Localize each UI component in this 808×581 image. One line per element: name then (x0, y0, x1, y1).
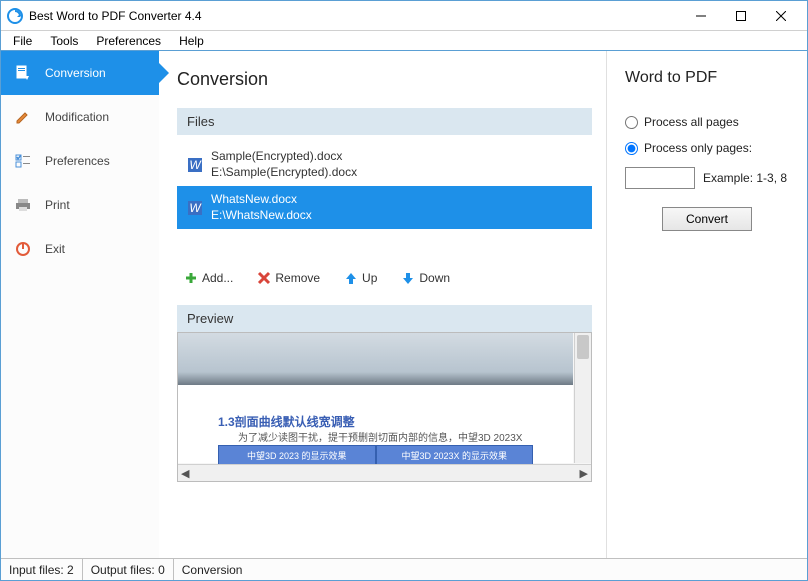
preview-section-header: Preview (177, 305, 592, 332)
app-icon (7, 8, 23, 24)
page-title: Conversion (177, 69, 592, 90)
status-bar: Input files: 2 Output files: 0 Conversio… (1, 558, 807, 580)
arrow-down-icon (401, 271, 415, 285)
up-button[interactable]: Up (337, 267, 384, 289)
status-mode: Conversion (174, 559, 807, 580)
file-path: E:\Sample(Encrypted).docx (211, 165, 357, 181)
preview-horizontal-scrollbar[interactable]: ◀ ▶ (178, 464, 591, 481)
button-label: Add... (202, 271, 233, 285)
menu-tools[interactable]: Tools (42, 32, 86, 50)
plus-icon (184, 271, 198, 285)
radio-process-only[interactable]: Process only pages: (625, 141, 789, 155)
preview-content: 中望3D 高性价比的CAD/CAM一体化解决方案 1.3剖面曲线默认线宽调整 为… (178, 333, 573, 463)
preview-pane: 中望3D 高性价比的CAD/CAM一体化解决方案 1.3剖面曲线默认线宽调整 为… (177, 332, 592, 482)
file-name: Sample(Encrypted).docx (211, 149, 357, 165)
sidebar: Conversion Modification Preferences Prin… (1, 51, 159, 558)
preview-sub-text: 为了减少读图干扰，提干预删剖切面内部的信息，中望3D 2023X (238, 429, 522, 444)
close-button[interactable] (761, 2, 801, 30)
file-name: WhatsNew.docx (211, 192, 312, 208)
file-list-toolbar: Add... Remove Up Down (177, 267, 592, 289)
content-area: Conversion Files W Sample(Encrypted).doc… (159, 51, 807, 558)
preview-table-header: 中望3D 2023 的显示效果 (218, 445, 376, 466)
sidebar-item-modification[interactable]: Modification (1, 95, 159, 139)
file-item[interactable]: W Sample(Encrypted).docx E:\Sample(Encry… (177, 143, 592, 186)
preview-brand-text: 中望3D (192, 383, 235, 400)
document-convert-icon (15, 65, 31, 81)
button-label: Down (419, 271, 450, 285)
scrollbar-thumb[interactable] (577, 335, 589, 359)
pencil-icon (15, 109, 31, 125)
radio-process-only-input[interactable] (625, 142, 638, 155)
scroll-left-arrow-icon[interactable]: ◀ (181, 467, 189, 480)
convert-button[interactable]: Convert (662, 207, 752, 231)
right-panel-heading: Word to PDF (625, 69, 789, 87)
minimize-button[interactable] (681, 2, 721, 30)
menu-file[interactable]: File (5, 32, 40, 50)
radio-label: Process all pages (644, 115, 739, 129)
window-controls (681, 2, 801, 30)
button-label: Up (362, 271, 377, 285)
menu-bar: File Tools Preferences Help (1, 31, 807, 51)
window-title: Best Word to PDF Converter 4.4 (29, 9, 681, 23)
preview-vertical-scrollbar[interactable] (574, 333, 591, 463)
pages-input[interactable] (625, 167, 695, 189)
preview-table: 中望3D 2023 的显示效果 中望3D 2023X 的显示效果 (218, 445, 533, 466)
sidebar-item-conversion[interactable]: Conversion (1, 51, 159, 95)
title-bar: Best Word to PDF Converter 4.4 (1, 1, 807, 31)
radio-process-all-input[interactable] (625, 116, 638, 129)
file-item[interactable]: W WhatsNew.docx E:\WhatsNew.docx (177, 186, 592, 229)
sidebar-item-exit[interactable]: Exit (1, 227, 159, 271)
pages-input-row: Example: 1-3, 8 (625, 167, 789, 189)
sidebar-item-label: Preferences (45, 154, 110, 168)
status-input-files: Input files: 2 (1, 559, 83, 580)
svg-text:W: W (189, 158, 202, 172)
preview-brand-subtext: 高性价比的CAD/CAM一体化解决方案 (393, 385, 543, 398)
x-icon (257, 271, 271, 285)
sidebar-item-label: Exit (45, 242, 65, 256)
menu-help[interactable]: Help (171, 32, 212, 50)
add-button[interactable]: Add... (177, 267, 240, 289)
status-output-files: Output files: 0 (83, 559, 174, 580)
preview-heading-text: 1.3剖面曲线默认线宽调整 (218, 413, 355, 430)
scroll-right-arrow-icon[interactable]: ▶ (580, 467, 588, 480)
power-icon (15, 241, 31, 257)
files-section-header: Files (177, 108, 592, 135)
sidebar-item-label: Print (45, 198, 70, 212)
center-panel: Conversion Files W Sample(Encrypted).doc… (159, 51, 607, 558)
arrow-up-icon (344, 271, 358, 285)
printer-icon (15, 197, 31, 213)
checklist-icon (15, 153, 31, 169)
menu-preferences[interactable]: Preferences (88, 32, 169, 50)
sidebar-item-print[interactable]: Print (1, 183, 159, 227)
remove-button[interactable]: Remove (250, 267, 327, 289)
down-button[interactable]: Down (394, 267, 457, 289)
radio-process-all[interactable]: Process all pages (625, 115, 789, 129)
radio-label: Process only pages: (644, 141, 752, 155)
word-file-icon: W (187, 157, 203, 173)
maximize-button[interactable] (721, 2, 761, 30)
sidebar-item-preferences[interactable]: Preferences (1, 139, 159, 183)
sidebar-item-label: Modification (45, 110, 109, 124)
preview-table-header: 中望3D 2023X 的显示效果 (376, 445, 534, 466)
right-panel: Word to PDF Process all pages Process on… (607, 51, 807, 558)
main-area: Conversion Modification Preferences Prin… (1, 51, 807, 558)
word-file-icon: W (187, 200, 203, 216)
button-label: Remove (275, 271, 320, 285)
file-list: W Sample(Encrypted).docx E:\Sample(Encry… (177, 143, 592, 229)
file-path: E:\WhatsNew.docx (211, 208, 312, 224)
pages-example-label: Example: 1-3, 8 (703, 171, 787, 185)
sidebar-item-label: Conversion (45, 66, 106, 80)
svg-text:W: W (189, 201, 202, 215)
